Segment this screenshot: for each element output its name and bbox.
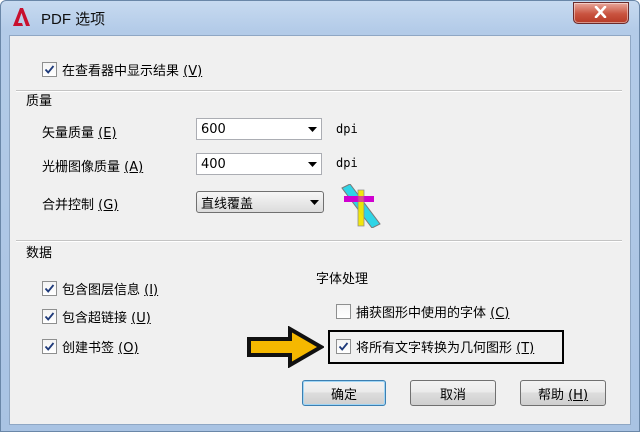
annotation-arrow-icon — [247, 326, 324, 368]
font-handling-heading: 字体处理 — [316, 272, 369, 287]
show-results-checkbox[interactable] — [42, 61, 57, 77]
help-button-label: 帮助 — [537, 387, 564, 403]
annotation-highlight-box — [328, 330, 564, 364]
raster-quality-value: 400 — [201, 156, 226, 172]
capture-fonts-checkbox[interactable] — [336, 303, 351, 319]
show-results-accel: (V) — [183, 63, 203, 79]
vector-quality-value: 600 — [201, 121, 226, 137]
checkmark-icon — [44, 64, 55, 74]
create-bookmarks-checkbox-row[interactable]: 创建书签 (O) — [42, 337, 139, 356]
title-bar[interactable]: PDF 选项 — [1, 1, 639, 35]
include-layers-checkbox-row[interactable]: 包含图层信息 (I) — [42, 279, 158, 298]
close-icon — [594, 6, 607, 18]
help-button[interactable]: 帮助 (H) — [520, 380, 606, 406]
cancel-button-label: 取消 — [439, 387, 466, 403]
pdf-options-dialog: PDF 选项 在查看器中显示结果 (V) 质量 矢量质量 (E) 600 dpi… — [0, 0, 640, 432]
line-overlay-preview-icon — [341, 184, 381, 228]
data-heading: 数据 — [26, 246, 53, 261]
include-layers-label: 包含图层信息 — [62, 282, 141, 298]
capture-fonts-checkbox-row[interactable]: 捕获图形中使用的字体 (C) — [336, 302, 509, 321]
vector-quality-dropdown[interactable]: 600 — [196, 118, 322, 140]
help-button-accel: (H) — [568, 387, 589, 403]
include-hyperlinks-label: 包含超链接 — [62, 310, 128, 326]
autocad-logo-icon — [13, 8, 30, 26]
ok-button-label: 确定 — [330, 387, 357, 403]
include-hyperlinks-checkbox[interactable] — [42, 308, 57, 324]
chevron-down-icon[interactable] — [303, 154, 321, 174]
ok-button[interactable]: 确定 — [302, 380, 386, 406]
vector-unit-label: dpi — [336, 122, 358, 136]
checkmark-icon — [44, 341, 55, 351]
include-layers-checkbox[interactable] — [42, 280, 57, 296]
checkmark-icon — [44, 283, 55, 293]
raster-quality-dropdown[interactable]: 400 — [196, 153, 322, 175]
capture-fonts-label: 捕获图形中使用的字体 — [356, 305, 487, 321]
raster-unit-label: dpi — [336, 156, 358, 170]
quality-heading: 质量 — [26, 94, 53, 109]
merge-control-label: 合并控制 (G) — [42, 198, 119, 213]
vector-quality-label: 矢量质量 (E) — [42, 126, 117, 141]
chevron-down-icon[interactable] — [305, 192, 323, 212]
quality-divider — [16, 90, 622, 92]
merge-control-dropdown[interactable]: 直线覆盖 — [196, 191, 324, 213]
show-results-checkbox-row[interactable]: 在查看器中显示结果 (V) — [42, 60, 203, 79]
merge-control-value: 直线覆盖 — [201, 196, 254, 212]
raster-quality-label: 光栅图像质量 (A) — [42, 160, 144, 175]
window-title: PDF 选项 — [41, 11, 106, 28]
show-results-label: 在查看器中显示结果 — [62, 63, 180, 79]
checkmark-icon — [44, 311, 55, 321]
dialog-content: 在查看器中显示结果 (V) 质量 矢量质量 (E) 600 dpi 光栅图像质量… — [9, 35, 631, 425]
create-bookmarks-checkbox[interactable] — [42, 338, 57, 354]
close-button[interactable] — [573, 2, 629, 24]
chevron-down-icon[interactable] — [303, 119, 321, 139]
cancel-button[interactable]: 取消 — [410, 380, 496, 406]
create-bookmarks-label: 创建书签 — [62, 340, 115, 356]
include-hyperlinks-checkbox-row[interactable]: 包含超链接 (U) — [42, 307, 151, 326]
data-divider — [16, 240, 622, 242]
